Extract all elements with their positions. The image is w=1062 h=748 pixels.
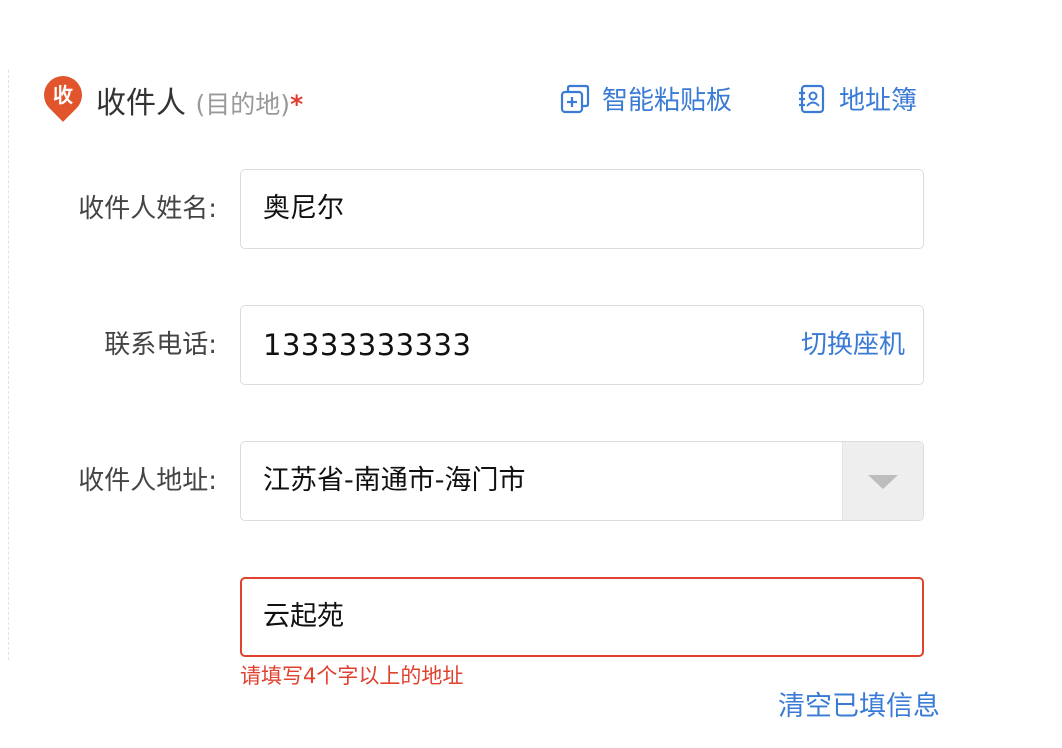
phone-label: 联系电话:	[104, 330, 217, 360]
name-label: 收件人姓名:	[78, 194, 217, 224]
switch-landline-link[interactable]: 切换座机	[801, 306, 905, 384]
section-title: 收件人 (目的地)*	[96, 78, 303, 122]
chevron-down-icon	[868, 475, 898, 489]
region-dropdown-button[interactable]	[842, 442, 923, 520]
smart-paste-button[interactable]: 智能粘贴板	[560, 80, 732, 117]
required-mark: *	[290, 90, 304, 119]
section-title-text: 收件人	[96, 86, 186, 121]
address-error-message: 请填写4个字以上的地址	[240, 664, 464, 688]
phone-field[interactable]: 13333333333 切换座机	[240, 305, 924, 385]
phone-value: 13333333333	[263, 328, 472, 362]
section-subtitle: (目的地)	[195, 90, 291, 119]
name-field[interactable]: 奥尼尔	[240, 169, 924, 249]
address-book-icon	[799, 84, 825, 113]
paste-board-icon	[560, 84, 590, 113]
smart-paste-label: 智能粘贴板	[602, 86, 733, 116]
address-book-button[interactable]: 地址簿	[797, 80, 917, 117]
region-value: 江苏省-南通市-海门市	[263, 465, 526, 496]
address-book-label: 地址簿	[839, 86, 918, 116]
recipient-header: 收 收件人 (目的地)* 智能粘贴板 地址簿	[36, 68, 934, 124]
detail-address-value: 云起苑	[263, 601, 344, 632]
region-select[interactable]: 江苏省-南通市-海门市	[240, 441, 924, 521]
name-value: 奥尼尔	[263, 193, 344, 224]
left-divider	[8, 70, 9, 660]
detail-address-field[interactable]: 云起苑	[240, 577, 924, 657]
recipient-badge-text: 收	[53, 83, 73, 107]
clear-form-link[interactable]: 清空已填信息	[778, 684, 940, 723]
address-label: 收件人地址:	[78, 466, 217, 496]
